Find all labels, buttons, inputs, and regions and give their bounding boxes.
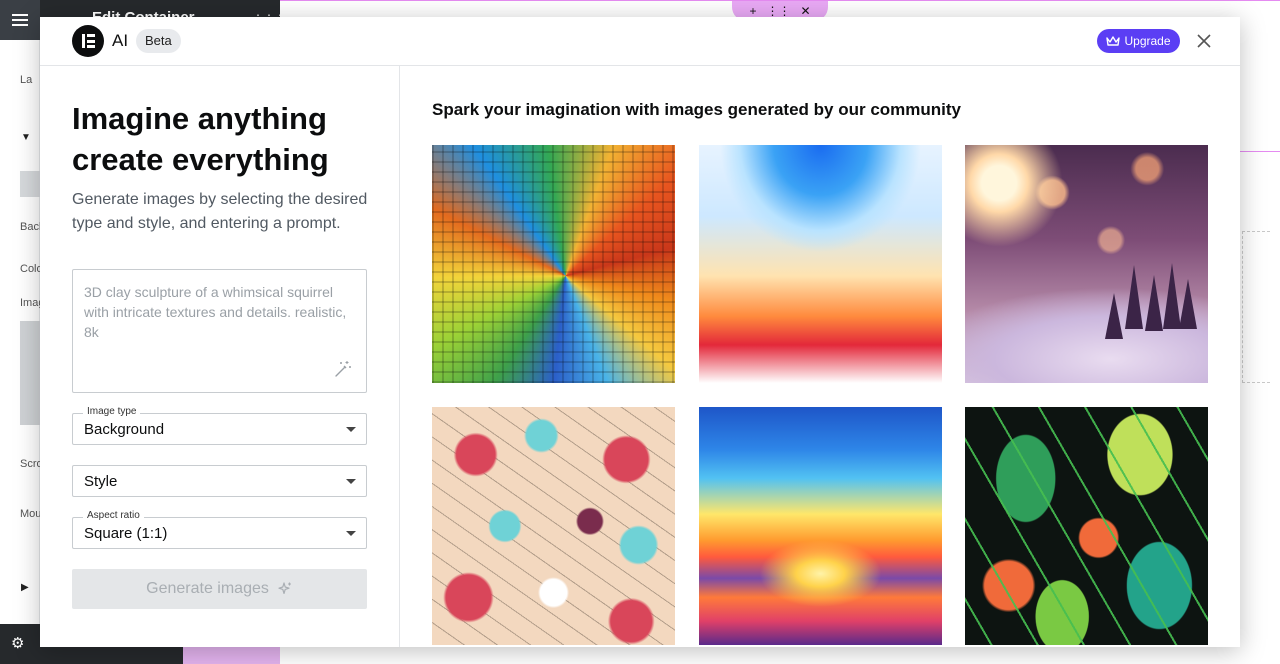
remove-icon[interactable]: ✕ [800, 4, 810, 18]
sparkle-icon [278, 582, 291, 594]
modal-header: AI Beta Upgrade [40, 17, 1240, 66]
panel-label: La [20, 74, 33, 86]
gallery-image-winter[interactable] [965, 145, 1208, 383]
aspect-ratio-value: Square (1:1) [84, 525, 168, 542]
beta-badge: Beta [136, 29, 181, 53]
aspect-ratio-select[interactable]: Aspect ratio Square (1:1) [72, 510, 367, 549]
editor-side-panel: La ▼ Back Colo Imag Scro Mou ▶ [0, 40, 44, 624]
chevron-down-icon [346, 479, 356, 484]
close-button[interactable] [1194, 31, 1214, 51]
canvas-guide [1240, 151, 1280, 152]
prompt-panel: Imagine anything create everything Gener… [40, 66, 400, 647]
image-type-select[interactable]: Image type Background [72, 406, 367, 445]
gallery-panel: Spark your imagination with images gener… [400, 66, 1240, 647]
prompt-field[interactable] [72, 269, 367, 393]
image-preview[interactable] [20, 321, 40, 425]
caret-icon[interactable]: ▼ [21, 132, 31, 143]
canvas-dropzone [1242, 231, 1270, 383]
caret-right-icon[interactable]: ▶ [21, 582, 29, 593]
panel-label: Mou [20, 508, 42, 520]
canvas-highlight [183, 646, 280, 664]
page-title: Imagine anything create everything [72, 101, 329, 177]
ai-modal: AI Beta Upgrade Imagine anything create … [40, 17, 1240, 647]
gallery-image-tropical[interactable] [965, 407, 1208, 645]
generate-label: Generate images [146, 580, 269, 597]
gallery-image-wave[interactable] [699, 145, 942, 383]
gallery-title: Spark your imagination with images gener… [432, 100, 961, 119]
magic-wand-icon[interactable] [334, 360, 352, 378]
chevron-down-icon [346, 531, 356, 536]
gallery-image-mosaic[interactable] [432, 145, 675, 383]
image-type-value: Background [84, 421, 165, 438]
prompt-input[interactable] [73, 270, 366, 392]
generate-images-button[interactable]: Generate images [72, 569, 367, 609]
menu-icon[interactable] [0, 0, 40, 40]
aspect-ratio-label: Aspect ratio [83, 510, 144, 521]
chevron-down-icon [346, 427, 356, 432]
tree-shape [1179, 279, 1197, 329]
add-icon[interactable]: + [749, 4, 756, 18]
app-name: AI [112, 31, 129, 50]
gallery-image-sunset[interactable] [699, 407, 942, 645]
tree-shape [1125, 265, 1143, 329]
tree-shape [1145, 275, 1163, 331]
close-icon [1197, 34, 1211, 48]
crown-icon [1106, 36, 1121, 46]
image-type-label: Image type [83, 406, 141, 417]
screen: Edit Container ⋮⋮⋮ La ▼ Back Colo Imag S… [0, 0, 1280, 664]
gear-icon[interactable]: ⚙ [11, 634, 24, 652]
elementor-logo-icon [72, 25, 104, 57]
style-select[interactable]: Style [72, 465, 367, 497]
drag-icon[interactable]: ⋮⋮ [766, 4, 790, 18]
page-subtitle: Generate images by selecting the desired… [72, 191, 368, 232]
panel-control[interactable] [20, 171, 40, 197]
style-value: Style [84, 473, 118, 490]
gallery-image-floral[interactable] [432, 407, 675, 645]
upgrade-button[interactable]: Upgrade [1097, 29, 1180, 53]
tree-shape [1105, 293, 1123, 339]
upgrade-label: Upgrade [1124, 34, 1171, 48]
